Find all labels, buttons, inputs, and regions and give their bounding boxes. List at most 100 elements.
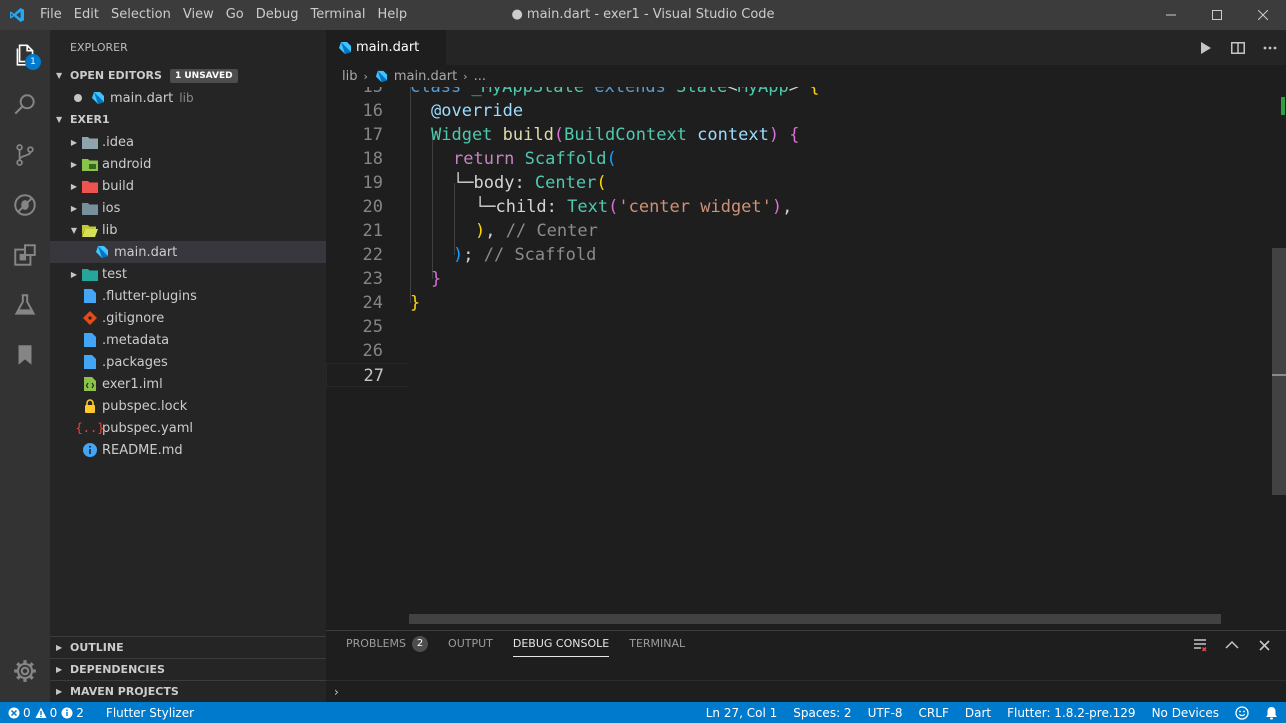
status-label: CRLF: [918, 705, 949, 720]
menu-help[interactable]: Help: [371, 0, 413, 30]
line-number: 20: [362, 197, 383, 217]
menu-go[interactable]: Go: [220, 0, 250, 30]
flutter-stylizer-status[interactable]: Flutter Stylizer: [98, 702, 202, 723]
flutter-version-status[interactable]: Flutter: 1.8.2-pre.129: [999, 702, 1143, 723]
indentation-status[interactable]: Spaces: 2: [785, 702, 859, 723]
ellipsis-icon: [1263, 46, 1277, 49]
line-text: }: [410, 293, 421, 313]
bookmarks-activity[interactable]: [0, 330, 50, 380]
open-editors-label: OPEN EDITORS: [70, 69, 162, 82]
menu-terminal[interactable]: Terminal: [305, 0, 372, 30]
menu-debug[interactable]: Debug: [250, 0, 305, 30]
source-control-activity[interactable]: [0, 130, 50, 180]
maven-projects-header[interactable]: ▶ MAVEN PROJECTS: [50, 680, 326, 702]
line-text: ), // Center: [475, 221, 598, 241]
notifications-button[interactable]: [1257, 702, 1286, 723]
menu-selection[interactable]: Selection: [105, 0, 177, 30]
maximize-panel-button[interactable]: [1216, 633, 1248, 657]
test-folder-icon: [82, 266, 98, 282]
tree-item-packages[interactable]: .packages: [50, 351, 326, 373]
status-label: No Devices: [1151, 705, 1219, 720]
panel-actions: [1184, 633, 1280, 657]
run-button[interactable]: [1190, 30, 1222, 65]
tab-main-dart[interactable]: main.dart: [326, 30, 446, 65]
project-header[interactable]: ▼ EXER1: [50, 109, 326, 131]
warning-count: 0: [49, 705, 58, 720]
tree-item-idea[interactable]: ▶ .idea: [50, 131, 326, 153]
close-window-button[interactable]: [1240, 0, 1286, 30]
file-icon: [82, 288, 98, 304]
tree-item-build[interactable]: ▶ build: [50, 175, 326, 197]
tree-item-label: README.md: [102, 442, 183, 458]
tree-item-main-dart[interactable]: main.dart: [50, 241, 326, 263]
tab-problems[interactable]: PROBLEMS 2: [346, 631, 429, 657]
chevron-right-icon: ▶: [56, 664, 63, 674]
close-panel-button[interactable]: [1248, 633, 1280, 657]
error-count: 0: [23, 705, 31, 720]
cursor-position-status[interactable]: Ln 27, Col 1: [698, 702, 786, 723]
tree-item-test[interactable]: ▶ test: [50, 263, 326, 285]
yaml-braces-icon: {..}: [75, 421, 105, 435]
line-text: class _MyAppState extends State<MyApp> {: [410, 87, 820, 97]
minimize-button[interactable]: [1148, 0, 1194, 30]
tab-output[interactable]: OUTPUT: [448, 631, 493, 657]
tree-item-gitignore[interactable]: .gitignore: [50, 307, 326, 329]
open-editors-header[interactable]: ▼ OPEN EDITORS 1 UNSAVED: [50, 65, 326, 87]
tab-debug-console[interactable]: DEBUG CONSOLE: [512, 631, 610, 657]
horizontal-scrollbar[interactable]: [409, 614, 1221, 624]
scrollbar-thumb[interactable]: [1272, 248, 1286, 495]
outline-header[interactable]: ▶ OUTLINE: [50, 636, 326, 658]
search-activity[interactable]: [0, 80, 50, 130]
test-activity[interactable]: [0, 280, 50, 330]
status-right: Ln 27, Col 1 Spaces: 2 UTF-8 CRLF Dart F…: [698, 702, 1286, 723]
build-folder-icon: [82, 178, 98, 194]
explorer-activity[interactable]: 1: [0, 30, 50, 80]
feedback-button[interactable]: [1227, 702, 1257, 723]
tab-terminal[interactable]: TERMINAL: [629, 631, 685, 657]
status-bar: 0 0 2 Flutter Stylizer Ln 27, Col 1 Spac…: [0, 702, 1286, 723]
encoding-status[interactable]: UTF-8: [860, 702, 911, 723]
tree-item-ios[interactable]: ▶ ios: [50, 197, 326, 219]
line-text: ); // Scaffold: [453, 245, 597, 265]
vscode-logo-icon: [0, 0, 34, 30]
breadcrumb-file[interactable]: main.dart: [394, 69, 457, 84]
source-control-icon: [16, 144, 34, 166]
line-number: 24: [362, 293, 383, 313]
menu-file[interactable]: File: [34, 0, 68, 30]
eol-status[interactable]: CRLF: [911, 702, 957, 723]
device-status[interactable]: No Devices: [1144, 702, 1227, 723]
open-editor-item[interactable]: main.dart lib: [50, 87, 326, 109]
tree-item-readme[interactable]: README.md: [50, 439, 326, 461]
manage-activity[interactable]: [0, 646, 50, 696]
tree-item-pubspec-lock[interactable]: pubspec.lock: [50, 395, 326, 417]
play-icon: [1201, 41, 1211, 54]
extensions-activity[interactable]: [0, 230, 50, 280]
debug-console-input[interactable]: ›: [326, 680, 1286, 702]
line-number: 19: [362, 173, 383, 193]
menu-edit[interactable]: Edit: [68, 0, 105, 30]
language-status[interactable]: Dart: [957, 702, 999, 723]
chevron-down-icon: ▼: [56, 71, 63, 80]
maximize-button[interactable]: [1194, 0, 1240, 30]
tree-item-lib[interactable]: ▼ lib: [50, 219, 326, 241]
problems-status[interactable]: 0 0 2: [0, 702, 92, 723]
bookmark-icon: [18, 345, 32, 365]
line-text: @override: [431, 101, 524, 121]
breadcrumb-folder[interactable]: lib: [342, 69, 357, 84]
dependencies-header[interactable]: ▶ DEPENDENCIES: [50, 658, 326, 680]
tree-item-android[interactable]: ▶ android: [50, 153, 326, 175]
tree-item-flutter-plugins[interactable]: .flutter-plugins: [50, 285, 326, 307]
tree-item-exer1-iml[interactable]: exer1.iml: [50, 373, 326, 395]
split-editor-button[interactable]: [1222, 30, 1254, 65]
menu-view[interactable]: View: [177, 0, 220, 30]
clear-console-button[interactable]: [1184, 633, 1216, 657]
more-actions-button[interactable]: [1254, 30, 1286, 65]
tree-item-pubspec-yaml[interactable]: {..} pubspec.yaml: [50, 417, 326, 439]
chevron-down-icon: ▼: [70, 225, 78, 235]
code-editor[interactable]: 15 class _MyAppState extends State<MyApp…: [326, 87, 1272, 630]
vertical-scrollbar[interactable]: [1272, 87, 1286, 630]
breadcrumb-more[interactable]: ...: [474, 69, 486, 84]
tree-item-label: .flutter-plugins: [102, 288, 197, 304]
debug-activity[interactable]: [0, 180, 50, 230]
tree-item-metadata[interactable]: .metadata: [50, 329, 326, 351]
